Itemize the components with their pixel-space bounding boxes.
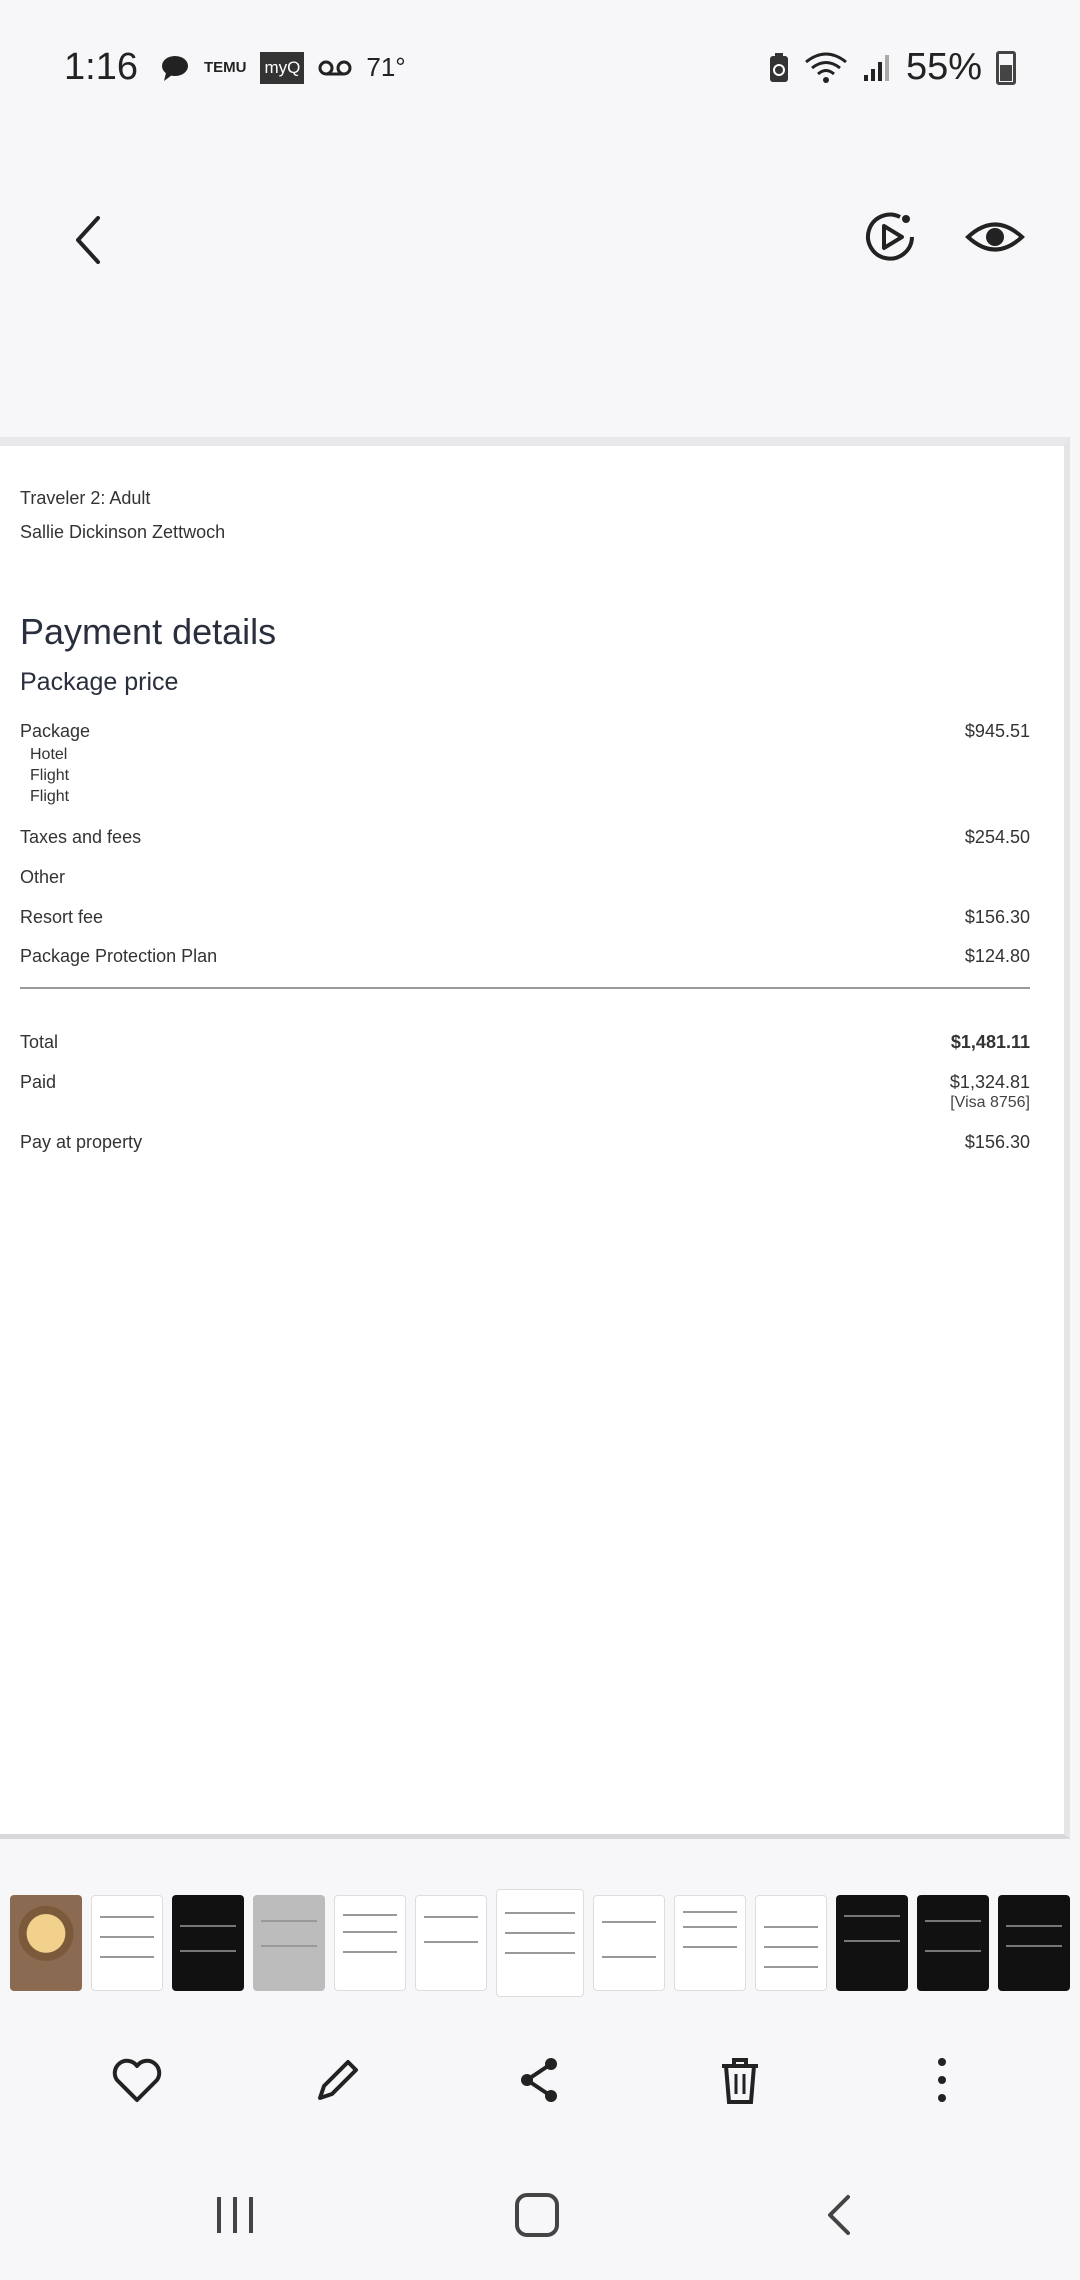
thumbnail[interactable]: [415, 1894, 487, 1991]
thumbnail-selected[interactable]: [496, 1888, 584, 1997]
package-label: Package: [20, 721, 91, 741]
eye-icon: [965, 222, 1025, 252]
more-options-button[interactable]: [912, 2050, 972, 2110]
temu-label: TEMU: [203, 59, 247, 76]
motion-play-icon: [866, 212, 914, 261]
thumbnail-strip[interactable]: [0, 1888, 1080, 1997]
battery-saver-icon: [768, 52, 790, 84]
battery-percent: 55%: [905, 46, 982, 88]
thumbnail[interactable]: [334, 1894, 406, 1991]
pay-at-property-row: Pay at property $156.30: [20, 1132, 1030, 1153]
thumbnail[interactable]: [593, 1894, 665, 1991]
divider: [20, 987, 1030, 989]
thumbnail[interactable]: [91, 1894, 163, 1991]
total-row: Total $1,481.11: [20, 1032, 1030, 1053]
resort-fee-amount: $156.30: [964, 907, 1030, 927]
home-button[interactable]: [507, 2185, 567, 2245]
wifi-icon: [804, 52, 848, 84]
battery-icon: [996, 50, 1016, 85]
system-nav-bar: [0, 2170, 1080, 2260]
paid-label: Paid: [20, 1072, 57, 1092]
status-bar: 1:16 TEMU myQ 71° 55%: [0, 0, 1080, 135]
pay-at-property-amount: $156.30: [964, 1132, 1030, 1152]
protection-amount: $124.80: [964, 946, 1030, 966]
favorite-button[interactable]: [107, 2050, 167, 2110]
paid-card: [Visa 8756]: [950, 1094, 1030, 1111]
thumbnail[interactable]: [836, 1894, 908, 1991]
view-button[interactable]: [965, 207, 1025, 267]
chat-icon: [160, 53, 190, 83]
myq-label: myQ: [264, 57, 301, 77]
resort-fee-row: Resort fee $156.30: [20, 907, 1030, 928]
share-icon: [521, 2058, 557, 2102]
total-amount: $1,481.11: [950, 1032, 1030, 1052]
chevron-left-icon: [76, 216, 100, 264]
package-item-flight: Flight: [30, 788, 70, 805]
delete-button[interactable]: [710, 2050, 770, 2110]
thumbnail[interactable]: [674, 1894, 746, 1991]
voicemail-icon: [318, 58, 352, 78]
back-icon: [828, 2195, 850, 2235]
more-vertical-icon: [938, 2058, 946, 2102]
action-bar: [0, 2030, 1080, 2130]
status-time: 1:16: [64, 46, 138, 88]
home-icon: [515, 2193, 559, 2237]
package-row: Package $945.51: [20, 721, 1030, 742]
protection-label: Package Protection Plan: [20, 946, 218, 966]
signal-icon: [862, 53, 892, 83]
thumbnail[interactable]: [10, 1894, 82, 1991]
protection-row: Package Protection Plan $124.80: [20, 946, 1030, 967]
heart-icon: [112, 2058, 162, 2102]
taxes-amount: $254.50: [964, 827, 1030, 847]
thumbnail[interactable]: [998, 1894, 1070, 1991]
thumbnail[interactable]: [917, 1894, 989, 1991]
temu-icon: TEMU: [204, 60, 247, 75]
share-button[interactable]: [509, 2050, 569, 2110]
temperature: 71°: [366, 52, 406, 82]
resort-fee-label: Resort fee: [20, 907, 104, 927]
recent-apps-icon: [217, 2197, 253, 2233]
package-amount: $945.51: [964, 721, 1030, 741]
total-label: Total: [20, 1032, 59, 1052]
traveler-name: Sallie Dickinson Zettwoch: [20, 522, 226, 542]
status-left: 1:16 TEMU myQ 71°: [64, 46, 406, 89]
status-right: 55%: [768, 46, 1016, 89]
traveler-heading: Traveler 2: Adult: [20, 488, 151, 508]
paid-amount: $1,324.81: [949, 1072, 1030, 1092]
trash-icon: [722, 2058, 758, 2104]
payment-details-title: Payment details: [20, 611, 277, 652]
thumbnail[interactable]: [253, 1894, 325, 1991]
viewer-toolbar: [0, 185, 1080, 295]
myq-icon: myQ: [260, 51, 305, 84]
package-item-hotel: Hotel: [30, 746, 68, 763]
paid-row: Paid $1,324.81: [20, 1072, 1030, 1093]
taxes-row: Taxes and fees $254.50: [20, 827, 1030, 848]
taxes-label: Taxes and fees: [20, 827, 142, 847]
pencil-icon: [318, 2060, 358, 2100]
back-button[interactable]: [60, 210, 120, 270]
recent-apps-button[interactable]: [205, 2185, 265, 2245]
other-row: Other: [20, 867, 1030, 888]
nav-back-button[interactable]: [810, 2185, 870, 2245]
package-price-title: Package price: [20, 668, 179, 696]
play-motion-button[interactable]: [860, 207, 920, 267]
thumbnail[interactable]: [172, 1894, 244, 1991]
pay-at-property-label: Pay at property: [20, 1132, 143, 1152]
thumbnail[interactable]: [755, 1894, 827, 1991]
package-item-flight: Flight: [30, 767, 70, 784]
other-label: Other: [20, 867, 66, 887]
document-image: Traveler 2: Adult Sallie Dickinson Zettw…: [0, 437, 1070, 1839]
edit-button[interactable]: [308, 2050, 368, 2110]
